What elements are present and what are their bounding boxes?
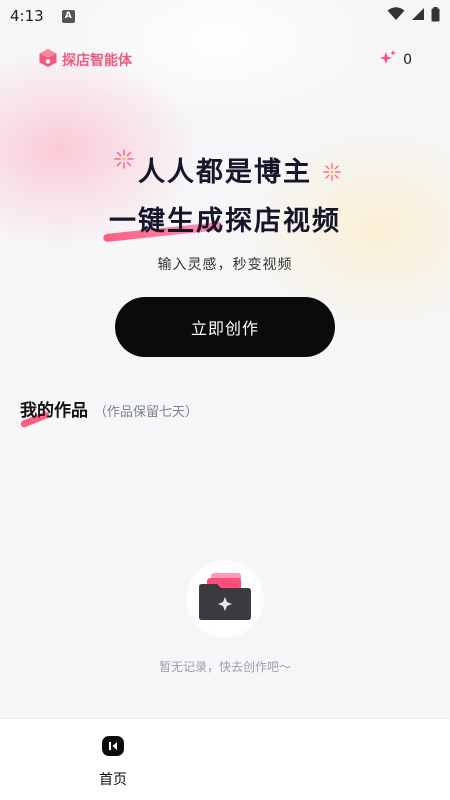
- tab-home-label: 首页: [99, 772, 127, 788]
- hero-subtitle: 输入灵感，秒变视频: [157, 257, 293, 273]
- credits-button[interactable]: 0: [379, 50, 412, 70]
- hero-headline-2-wrap: 一键生成探店视频: [102, 199, 341, 243]
- works-title: 我的作品: [20, 401, 88, 421]
- works-header: 我的作品 （作品保留七天）: [19, 396, 199, 429]
- home-tab-icon: [101, 735, 125, 761]
- brand: 探店智能体: [38, 48, 132, 72]
- empty-folder-icon: [195, 571, 255, 627]
- sparkle-icon: [379, 50, 397, 70]
- empty-state: 暂无记录，快去创作吧～: [0, 560, 450, 675]
- empty-illustration: [186, 560, 264, 638]
- wifi-icon: [387, 7, 405, 25]
- hero-headline-1: 人人都是博主: [138, 157, 312, 188]
- works-title-wrap: 我的作品: [19, 396, 88, 429]
- hero-headline-2: 一键生成探店视频: [109, 206, 341, 237]
- signal-icon: [411, 7, 425, 25]
- hero: 人人都是博主 一键生成探店视频 输入灵感，秒变视频: [0, 150, 450, 274]
- battery-icon: [431, 6, 440, 26]
- empty-message: 暂无记录，快去创作吧～: [158, 660, 291, 674]
- status-indicators: [387, 6, 440, 26]
- top-bar: 探店智能体 0: [0, 46, 450, 74]
- status-time: 4:13: [10, 7, 44, 25]
- app-name: 探店智能体: [62, 53, 132, 69]
- notification-a-icon: A: [61, 9, 75, 23]
- status-bar: 4:13 A: [0, 0, 450, 32]
- credits-count: 0: [403, 52, 412, 68]
- tab-home[interactable]: 首页: [86, 735, 140, 789]
- cube-logo-icon: [38, 48, 58, 72]
- create-now-button[interactable]: 立即创作: [115, 297, 335, 357]
- bottom-tab-bar: 首页: [0, 718, 450, 800]
- works-retention-note: （作品保留七天）: [94, 405, 199, 420]
